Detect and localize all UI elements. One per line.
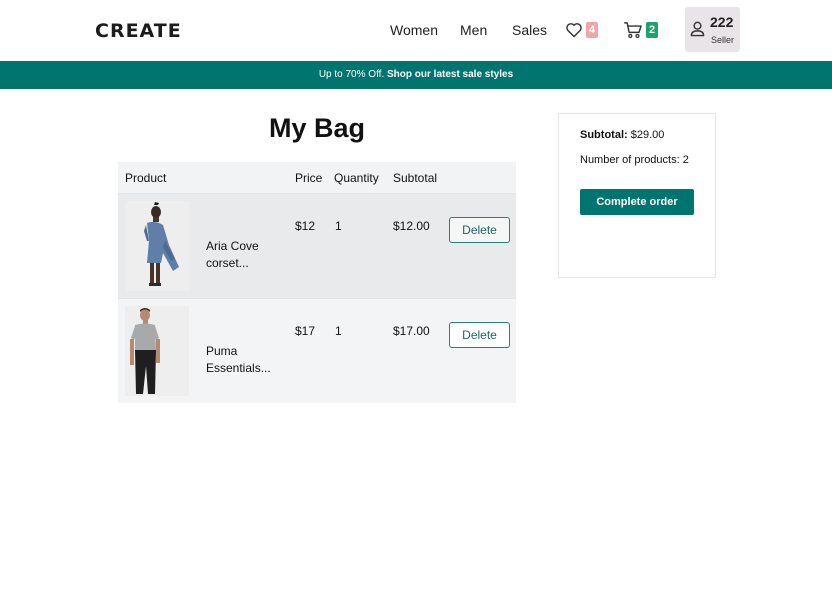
product-image[interactable] xyxy=(125,201,189,291)
bag-table: Product Price Quantity Subtotal Aria Cov… xyxy=(118,162,516,403)
product-name[interactable]: Aria Cove corset... xyxy=(206,238,276,272)
table-row: Puma Essentials... $17 1 $17.00 Delete xyxy=(118,298,516,403)
page-title: My Bag xyxy=(268,113,366,143)
order-summary: Subtotal: $29.00 Number of products: 2 C… xyxy=(558,113,716,278)
promo-banner: Up to 70% Off. Shop our latest sale styl… xyxy=(0,61,832,89)
col-subtotal: Subtotal xyxy=(393,171,438,185)
delete-button[interactable]: Delete xyxy=(449,217,510,243)
product-photo-man xyxy=(125,306,189,396)
product-quantity: 1 xyxy=(335,219,342,233)
summary-count-value: 2 xyxy=(682,154,689,166)
product-price: $12 xyxy=(295,219,316,233)
cart-icon xyxy=(624,22,642,38)
nav-women[interactable]: Women xyxy=(390,22,438,38)
summary-subtotal: Subtotal: $29.00 xyxy=(580,129,664,141)
product-quantity: 1 xyxy=(335,324,342,338)
delete-button[interactable]: Delete xyxy=(449,322,510,348)
product-price: $17 xyxy=(295,324,316,338)
promo-link[interactable]: Shop our latest sale styles xyxy=(387,69,513,80)
col-product: Product xyxy=(125,171,167,185)
cart-count-badge: 2 xyxy=(646,22,658,38)
product-subtotal: $12.00 xyxy=(393,219,430,233)
site-header: CREATE Women Men Sales 4 2 222 Seller xyxy=(0,0,832,61)
nav-sales[interactable]: Sales xyxy=(512,22,547,38)
user-role: Seller xyxy=(711,35,735,45)
summary-subtotal-value: $29.00 xyxy=(627,129,665,141)
summary-product-count: Number of products: 2 xyxy=(580,154,689,166)
table-header: Product Price Quantity Subtotal xyxy=(118,162,516,193)
cart-button[interactable]: 2 xyxy=(624,20,658,40)
promo-text: Up to 70% Off. xyxy=(318,69,387,80)
table-row: Aria Cove corset... $12 1 $12.00 Delete xyxy=(118,193,516,298)
summary-count-label: Number of products: xyxy=(580,154,683,166)
summary-subtotal-label: Subtotal: xyxy=(580,129,628,141)
user-account-button[interactable]: 222 Seller xyxy=(685,7,740,52)
product-subtotal: $17.00 xyxy=(393,324,430,338)
col-quantity: Quantity xyxy=(334,171,379,185)
user-icon xyxy=(690,21,705,37)
nav-men[interactable]: Men xyxy=(460,22,487,38)
complete-order-button[interactable]: Complete order xyxy=(580,189,694,215)
wishlist-count-badge: 4 xyxy=(586,22,598,38)
product-name[interactable]: Puma Essentials... xyxy=(206,343,276,377)
wishlist-button[interactable]: 4 xyxy=(565,20,598,40)
user-count: 222 xyxy=(710,14,734,30)
col-price: Price xyxy=(295,171,323,185)
product-image[interactable] xyxy=(125,306,189,396)
heart-icon xyxy=(566,23,582,38)
site-logo[interactable]: CREATE xyxy=(95,20,182,42)
product-photo-woman xyxy=(125,201,189,291)
